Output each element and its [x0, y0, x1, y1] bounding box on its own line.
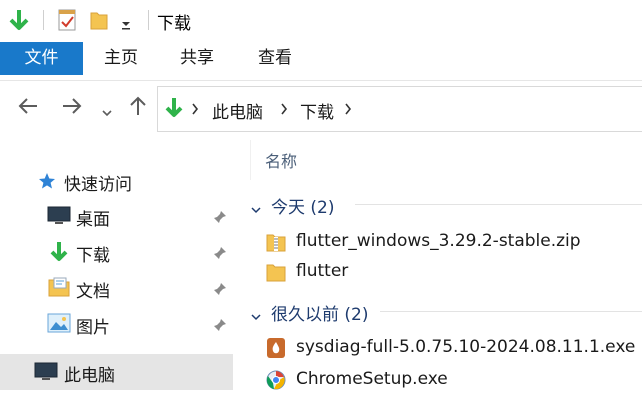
title-bar: 下载 — [0, 0, 642, 40]
pin-icon[interactable] — [213, 281, 227, 300]
sidebar-item-label: 图片 — [76, 318, 110, 338]
sidebar-item-pictures[interactable]: 图片 — [0, 307, 233, 341]
tab-home[interactable]: 主页 — [92, 42, 150, 75]
this-pc-icon — [34, 362, 58, 386]
navigation-pane: 快速访问 桌面 下载 文档 图片 此电脑 — [0, 132, 236, 398]
chrome-setup-icon — [265, 368, 287, 396]
group-label: 今天 (2) — [271, 198, 335, 218]
installer-exe-icon — [265, 336, 287, 364]
column-divider — [250, 140, 251, 180]
tab-file[interactable]: 文件 — [0, 42, 83, 75]
chevron-down-icon[interactable] — [250, 199, 262, 218]
address-bar[interactable]: 此电脑 下载 — [157, 86, 642, 132]
tab-view[interactable]: 查看 — [246, 42, 304, 75]
breadcrumb-downloads[interactable]: 下载 — [300, 98, 334, 123]
sidebar-item-label: 快速访问 — [64, 175, 132, 195]
sidebar-item-this-pc[interactable]: 此电脑 — [0, 354, 233, 390]
star-icon — [38, 172, 56, 194]
tab-share[interactable]: 共享 — [168, 42, 226, 75]
zip-folder-icon — [265, 230, 287, 258]
sidebar-item-label: 文档 — [76, 282, 110, 302]
group-divider — [355, 204, 642, 205]
download-arrow-icon — [164, 96, 184, 124]
sidebar-item-label: 此电脑 — [64, 366, 115, 386]
toolbar-divider — [43, 10, 44, 30]
sidebar-item-label: 桌面 — [76, 210, 110, 230]
back-arrow-icon[interactable] — [17, 96, 39, 120]
pin-icon[interactable] — [213, 209, 227, 228]
toolbar-divider — [148, 10, 149, 30]
customize-quick-access-icon[interactable] — [120, 15, 132, 34]
file-name: flutter_windows_3.29.2-stable.zip — [296, 231, 581, 251]
forward-arrow-icon[interactable] — [61, 96, 83, 120]
properties-icon[interactable] — [56, 8, 78, 36]
ribbon-tabs: 文件 主页 共享 查看 — [0, 40, 642, 81]
sidebar-item-downloads[interactable]: 下载 — [0, 235, 233, 269]
download-arrow-icon — [49, 240, 69, 268]
desktop-icon — [47, 206, 71, 230]
new-folder-icon[interactable] — [88, 8, 110, 36]
window-title: 下载 — [157, 14, 191, 34]
download-arrow-icon[interactable] — [8, 8, 30, 36]
file-row[interactable]: flutter_windows_3.29.2-stable.zip — [262, 227, 642, 257]
file-row[interactable]: sysdiag-full-5.0.75.10-2024.08.11.1.exe — [262, 333, 642, 363]
breadcrumb-chevron-icon[interactable] — [344, 101, 352, 120]
group-divider — [380, 311, 642, 312]
pin-icon[interactable] — [213, 245, 227, 264]
group-header-long-ago[interactable]: 很久以前 (2) — [250, 298, 642, 325]
chevron-down-icon[interactable] — [250, 306, 262, 325]
breadcrumb-chevron-icon[interactable] — [280, 101, 288, 120]
file-row[interactable]: ChromeSetup.exe — [262, 365, 642, 395]
column-header-name[interactable]: 名称 — [265, 148, 297, 172]
sidebar-item-desktop[interactable]: 桌面 — [0, 199, 233, 233]
file-name: ChromeSetup.exe — [296, 369, 448, 389]
sidebar-item-quick-access[interactable]: 快速访问 — [0, 164, 233, 198]
file-row[interactable]: flutter — [262, 257, 642, 287]
pin-icon[interactable] — [213, 317, 227, 336]
breadcrumb-chevron-icon[interactable] — [191, 101, 199, 120]
documents-icon — [47, 276, 71, 302]
group-label: 很久以前 (2) — [271, 305, 369, 325]
pictures-icon — [47, 312, 71, 338]
navigation-bar: 此电脑 下载 — [0, 82, 642, 132]
file-name: sysdiag-full-5.0.75.10-2024.08.11.1.exe — [296, 337, 636, 357]
sidebar-item-label: 下载 — [76, 246, 110, 266]
recent-locations-chevron-icon[interactable] — [101, 102, 113, 121]
breadcrumb-this-pc[interactable]: 此电脑 — [212, 98, 263, 123]
up-arrow-icon[interactable] — [128, 95, 148, 121]
file-name: flutter — [296, 261, 349, 281]
sidebar-item-documents[interactable]: 文档 — [0, 271, 233, 305]
folder-icon — [265, 260, 287, 288]
group-header-today[interactable]: 今天 (2) — [250, 191, 642, 218]
